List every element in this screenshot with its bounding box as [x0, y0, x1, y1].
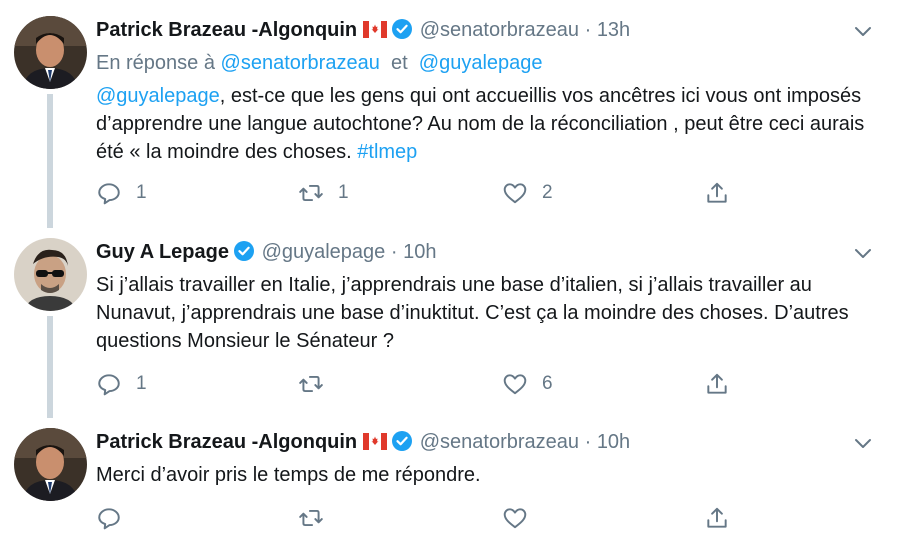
canada-flag-icon	[363, 431, 388, 457]
user-handle[interactable]: @guyalepage	[262, 241, 386, 263]
retweet-button[interactable]: 1	[298, 178, 349, 208]
tweet-1[interactable]: Patrick Brazeau -Algonquin @senatorbraze…	[0, 0, 900, 228]
tweet-header: Guy A Lepage @guyalepage · 10h	[96, 239, 436, 265]
separator-dot: ·	[584, 431, 592, 453]
separator-dot: ·	[584, 19, 592, 41]
reply-context: En réponse à @senatorbrazeau et @guyalep…	[96, 50, 543, 76]
display-name[interactable]: Patrick Brazeau -Algonquin	[96, 431, 357, 453]
tweet-thread: Patrick Brazeau -Algonquin @senatorbraze…	[0, 0, 900, 552]
heart-icon	[503, 183, 527, 204]
avatar[interactable]	[14, 16, 87, 89]
share-icon	[707, 373, 727, 394]
retweet-icon	[299, 509, 323, 527]
reply-mention-link[interactable]: @guyalepage	[419, 52, 543, 74]
chevron-down-icon[interactable]	[852, 242, 874, 264]
tweet-header: Patrick Brazeau -Algonquin @senatorbraze…	[96, 17, 630, 45]
reply-button[interactable]	[96, 503, 136, 533]
verified-badge-icon	[392, 431, 413, 451]
retweet-icon	[299, 375, 323, 393]
timestamp[interactable]: 10h	[597, 431, 630, 453]
tweet-text: @guyalepage, est-ce que les gens qui ont…	[96, 82, 886, 166]
retweet-button[interactable]	[298, 503, 338, 533]
tweet-actions: 1 1 2	[96, 178, 746, 208]
tweet-3[interactable]: Patrick Brazeau -Algonquin @senatorbraze…	[0, 418, 900, 552]
reply-icon	[98, 508, 120, 530]
share-button[interactable]	[704, 178, 730, 208]
display-name[interactable]: Guy A Lepage	[96, 241, 229, 263]
canada-flag-icon	[363, 19, 388, 45]
reply-prefix: En réponse à	[96, 52, 215, 74]
thread-connector	[47, 316, 53, 418]
tweet-actions: 1 6	[96, 369, 746, 399]
user-handle[interactable]: @senatorbrazeau	[420, 431, 579, 453]
thread-connector	[47, 94, 53, 228]
share-button[interactable]	[704, 369, 730, 399]
share-icon	[707, 182, 727, 203]
like-count: 2	[542, 182, 553, 203]
reply-and: et	[390, 52, 408, 74]
avatar[interactable]	[14, 238, 87, 311]
like-button[interactable]: 2	[502, 178, 553, 208]
reply-count: 1	[136, 182, 147, 203]
reply-icon	[98, 183, 120, 205]
separator-dot: ·	[390, 241, 398, 263]
reply-icon	[98, 374, 120, 396]
timestamp[interactable]: 10h	[403, 241, 436, 263]
mention-link[interactable]: @guyalepage	[96, 85, 220, 107]
tweet-actions	[96, 503, 746, 533]
share-icon	[707, 507, 727, 528]
like-count: 6	[542, 373, 553, 394]
user-handle[interactable]: @senatorbrazeau	[420, 19, 579, 41]
tweet-2[interactable]: Guy A Lepage @guyalepage · 10h Si j’alla…	[0, 228, 900, 418]
tweet-text: Merci d’avoir pris le temps de me répond…	[96, 464, 481, 486]
like-button[interactable]	[502, 503, 542, 533]
reply-button[interactable]: 1	[96, 178, 147, 208]
retweet-button[interactable]	[298, 369, 338, 399]
timestamp[interactable]: 13h	[597, 19, 630, 41]
chevron-down-icon[interactable]	[852, 432, 874, 454]
chevron-down-icon[interactable]	[852, 20, 874, 42]
tweet-text: Si j’allais travailler en Italie, j’appr…	[96, 274, 849, 352]
verified-badge-icon	[392, 19, 413, 39]
share-button[interactable]	[704, 503, 730, 533]
reply-button[interactable]: 1	[96, 369, 147, 399]
reply-count: 1	[136, 373, 147, 394]
heart-icon	[503, 508, 527, 529]
hashtag-link[interactable]: #tlmep	[357, 141, 417, 163]
display-name[interactable]: Patrick Brazeau -Algonquin	[96, 19, 357, 41]
reply-mention-link[interactable]: @senatorbrazeau	[221, 52, 380, 74]
heart-icon	[503, 374, 527, 395]
tweet-header: Patrick Brazeau -Algonquin @senatorbraze…	[96, 429, 630, 457]
verified-badge-icon	[234, 241, 254, 261]
like-button[interactable]: 6	[502, 369, 553, 399]
retweet-count: 1	[338, 182, 349, 203]
retweet-icon	[299, 184, 323, 202]
avatar[interactable]	[14, 428, 87, 501]
